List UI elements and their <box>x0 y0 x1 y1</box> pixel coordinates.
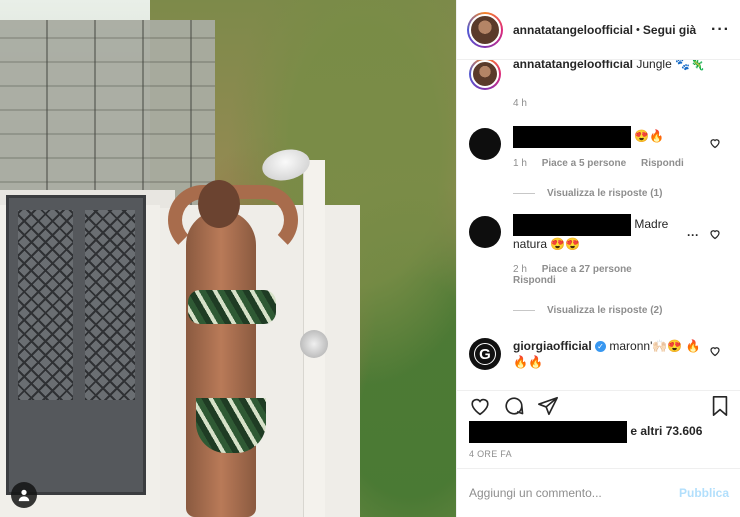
photo-door-grill-right <box>85 210 135 400</box>
follow-status-button[interactable]: Segui già <box>643 23 696 37</box>
post-actions <box>457 390 740 420</box>
g-logo-icon: G <box>474 343 496 365</box>
likes-summary[interactable]: e altri 73.606 <box>469 421 729 443</box>
view-replies-button[interactable]: Visualizza le risposte (1) <box>513 188 662 199</box>
photo-door-grill-left <box>18 210 73 400</box>
like-comment-icon[interactable] <box>709 228 721 240</box>
caption-meta: 4 h <box>513 98 539 109</box>
avatar[interactable] <box>469 13 501 46</box>
share-icon[interactable] <box>537 395 559 417</box>
post-username[interactable]: annatatangeloofficial <box>513 23 633 37</box>
view-replies-label: Visualizza le risposte (2) <box>547 305 663 316</box>
caption-avatar-image <box>471 60 499 88</box>
comment-time[interactable]: 1 h <box>513 158 527 169</box>
replies-line <box>513 193 535 194</box>
story-ring[interactable] <box>467 11 503 48</box>
publish-button[interactable]: Pubblica <box>679 486 729 500</box>
verified-badge-icon: ✓ <box>595 341 607 353</box>
reply-button[interactable]: Rispondi <box>641 158 684 169</box>
redacted-username <box>513 126 631 148</box>
caption-username[interactable]: annatatangeloofficial <box>513 60 633 71</box>
comment-text: Madre natura 😍😍 <box>513 214 681 252</box>
like-comment-icon[interactable] <box>709 137 721 149</box>
comments-list: annatatangeloofficial Jungle 🐾🦎 4 h 😍🔥 1… <box>457 60 740 390</box>
bookmark-icon[interactable] <box>709 395 731 417</box>
view-replies-button[interactable]: Visualizza le risposte (2) <box>513 305 662 316</box>
post-timestamp[interactable]: 4 ORE FA <box>469 449 512 459</box>
comment-icon[interactable] <box>503 395 525 417</box>
post-photo[interactable] <box>0 0 456 517</box>
redacted-username <box>513 214 631 236</box>
redacted-liker <box>469 421 627 443</box>
reply-button[interactable]: Rispondi <box>513 275 556 286</box>
caption-body: Jungle 🐾🦎 <box>636 60 705 71</box>
tagged-users-button[interactable] <box>11 482 37 508</box>
replies-line <box>513 310 535 311</box>
user-icon <box>18 489 30 502</box>
comment-likes[interactable]: Piace a 27 persone <box>542 264 632 275</box>
caption-avatar[interactable] <box>469 60 501 90</box>
photo-person-body <box>186 210 256 517</box>
separator-dot: • <box>636 23 640 36</box>
view-replies-label: Visualizza le risposte (1) <box>547 188 663 199</box>
post-header: annatatangeloofficial • Segui già ··· <box>457 0 740 60</box>
more-horizontal-icon[interactable]: ··· <box>711 21 730 39</box>
caption-text: annatatangeloofficial Jungle 🐾🦎 <box>513 60 707 72</box>
photo-bikini-bottom <box>196 398 266 453</box>
comment-likes[interactable]: Piace a 5 persone <box>542 158 627 169</box>
heart-icon[interactable] <box>469 395 491 417</box>
comment-avatar[interactable] <box>469 216 501 248</box>
comment-text: giorgiaofficial ✓ maronn'🙌🏻😍 🔥🔥🔥 <box>513 338 707 370</box>
like-comment-icon[interactable] <box>709 345 721 357</box>
likes-count[interactable]: e altri 73.606 <box>630 424 702 438</box>
photo-stone-joints <box>0 20 215 205</box>
comment-avatar[interactable] <box>469 128 501 160</box>
comment-time[interactable]: 2 h <box>513 264 527 275</box>
photo-person-head <box>198 180 240 228</box>
comment-username[interactable]: giorgiaofficial <box>513 339 592 353</box>
comment-meta: 1 h Piace a 5 persone Rispondi <box>513 158 696 169</box>
photo-person <box>168 180 308 517</box>
post-side-panel: annatatangeloofficial • Segui già ··· an… <box>456 0 740 517</box>
comment-more-icon[interactable]: ··· <box>687 228 699 242</box>
comment-body: 😍🔥 <box>634 129 665 144</box>
caption-time[interactable]: 4 h <box>513 98 527 109</box>
add-comment-box: Aggiungi un commento... Pubblica <box>457 468 740 517</box>
comment-avatar[interactable]: G <box>469 338 501 370</box>
comment-input[interactable]: Aggiungi un commento... <box>469 486 602 500</box>
photo-bikini-top <box>188 290 276 324</box>
comment-meta: 2 h Piace a 27 persone Rispondi <box>513 264 663 286</box>
comment-text: 😍🔥 <box>513 126 707 148</box>
